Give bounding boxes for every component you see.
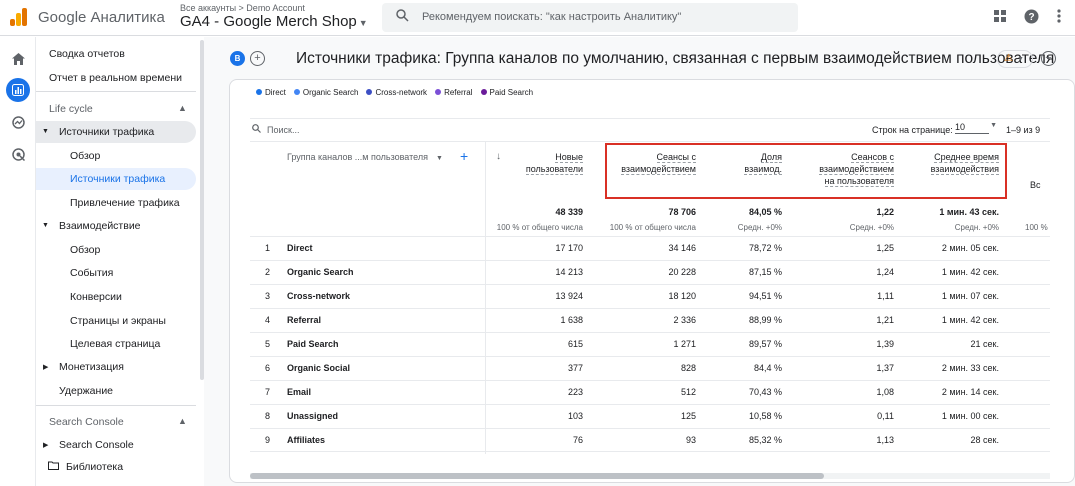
caret-down-icon: ▼ <box>1016 56 1024 63</box>
home-icon[interactable] <box>6 47 30 71</box>
total-sub-avg-engagement-time: Средн. +0% <box>954 223 999 232</box>
total-avg-engagement-time: 1 мин. 43 сек. <box>939 207 999 217</box>
pagination-range: 1–9 из 9 <box>1006 125 1041 135</box>
table-row[interactable]: 6 Organic Social 377 828 84,4 % 1,37 2 ми… <box>250 356 1050 380</box>
total-sub-engagement-rate: Средн. +0% <box>737 223 782 232</box>
search-bar[interactable]: Рекомендуем поискать: "как настроить Ана… <box>382 3 798 32</box>
sidebar-item-user-acquisition[interactable]: Привлечение трафика <box>70 197 180 209</box>
caret-down-icon: ▼ <box>990 122 997 129</box>
analytics-logo-icon[interactable] <box>10 8 28 26</box>
explore-icon[interactable] <box>6 110 30 134</box>
advertising-icon[interactable] <box>6 142 30 166</box>
add-card-button[interactable]: + <box>1041 51 1056 66</box>
legend-item[interactable]: Direct <box>256 88 286 97</box>
total-engaged-sessions: 78 706 <box>668 207 696 217</box>
total-sub-truncated: 100 % <box>1025 223 1048 232</box>
sidebar-divider <box>36 405 196 406</box>
table-row[interactable]: 7 Email 223 512 70,43 % 1,08 2 мин. 14 се… <box>250 380 1050 404</box>
search-icon <box>396 9 409 25</box>
sidebar-item-monetization[interactable]: Монетизация <box>59 361 124 373</box>
sidebar-item-reports-snapshot[interactable]: Сводка отчетов <box>49 48 125 60</box>
add-dimension-button[interactable]: + <box>460 148 468 164</box>
rows-per-page-label: Строк на странице: <box>872 125 953 135</box>
property-selector[interactable]: GA4 - Google Merch Shop ▼ <box>180 13 368 30</box>
sidebar-item-eng-overview[interactable]: Обзор <box>70 244 100 256</box>
svg-text:?: ? <box>1028 12 1034 23</box>
more-vert-icon[interactable] <box>1057 9 1061 26</box>
sidebar-item-library[interactable]: Библиотека <box>66 461 123 473</box>
table-row[interactable]: 3 Cross-network 13 924 18 120 94,51 % 1,1… <box>250 284 1050 308</box>
total-sub-engaged-sessions: 100 % от общего числа <box>609 223 696 232</box>
caret-right-icon[interactable]: ▶ <box>43 363 48 371</box>
table-row[interactable]: 2 Organic Search 14 213 20 228 87,15 % 1,… <box>250 260 1050 284</box>
legend-item[interactable]: Cross-network <box>366 88 427 97</box>
caret-down-icon[interactable]: ▼ <box>42 222 49 229</box>
legend-item[interactable]: Organic Search <box>293 88 358 97</box>
sidebar-item-realtime[interactable]: Отчет в реальном времени <box>49 72 182 84</box>
property-name: GA4 - Google Merch Shop <box>180 13 357 30</box>
apps-grid-icon[interactable] <box>993 9 1007 26</box>
sidebar-item-events[interactable]: События <box>70 267 113 279</box>
highlight-box <box>605 143 1007 199</box>
rows-per-page-select[interactable]: 10 ▼ <box>955 122 997 134</box>
sidebar-item-engagement[interactable]: Взаимодействие <box>59 220 141 232</box>
sidebar-item-pages-screens[interactable]: Страницы и экраны <box>70 315 166 327</box>
caret-down-icon[interactable]: ▼ <box>42 128 49 135</box>
app-name[interactable]: Google Аналитика <box>38 9 165 26</box>
top-app-bar: Google Аналитика Все аккаунты > Demo Acc… <box>0 0 1075 36</box>
caret-down-icon: ▼ <box>358 18 368 28</box>
legend-item[interactable]: Paid Search <box>480 88 533 97</box>
dimension-selector[interactable]: Группа каналов ...м пользователя ▼ <box>287 152 443 162</box>
table-toolbar: Поиск... Строк на странице: 10 ▼ 1–9 из 9 <box>250 118 1050 142</box>
horizontal-scrollbar-thumb[interactable] <box>250 473 824 479</box>
chart-legend: Direct Organic Search Cross-network Refe… <box>256 88 533 97</box>
folder-icon[interactable] <box>48 461 59 473</box>
table-row[interactable]: 9 Affiliates 76 93 85,32 % 1,13 28 сек. <box>250 428 1050 452</box>
sidebar-item-traffic-acquisition[interactable]: Источники трафика <box>70 173 165 185</box>
caret-down-icon: ▼ <box>435 155 443 162</box>
total-sessions-per-user: 1,22 <box>876 207 894 217</box>
sidebar-item-search-console[interactable]: Search Console <box>59 439 134 451</box>
sidebar-section-lifecycle[interactable]: Life cycle <box>49 103 93 115</box>
caret-right-icon[interactable]: ▶ <box>43 441 48 449</box>
table-search-input[interactable]: Поиск... <box>267 125 299 135</box>
sidebar-item-landing-page[interactable]: Целевая страница <box>70 338 160 350</box>
data-quality-warning-button[interactable]: ⚠ ▼ <box>997 50 1033 68</box>
sidebar-section-search-console[interactable]: Search Console <box>49 416 124 428</box>
search-placeholder: Рекомендуем поискать: "как настроить Ана… <box>422 11 682 23</box>
help-icon[interactable]: ? <box>1024 9 1039 27</box>
total-new-users: 48 339 <box>555 207 583 217</box>
page-title: Источники трафика: Группа каналов по умо… <box>296 50 1055 67</box>
table-row[interactable]: 1 Direct 17 170 34 146 78,72 % 1,25 2 мин… <box>250 236 1050 260</box>
warning-icon: ⚠ <box>1004 53 1013 64</box>
total-engagement-rate: 84,05 % <box>748 207 782 217</box>
col-header-truncated[interactable]: Вс <box>1030 179 1050 191</box>
comparison-chip-b[interactable]: B <box>230 51 245 66</box>
total-sub-sessions-per-user: Средн. +0% <box>849 223 894 232</box>
search-icon <box>252 124 261 135</box>
legend-item[interactable]: Referral <box>435 88 473 97</box>
left-nav-rail <box>0 37 36 486</box>
reports-icon[interactable] <box>6 78 30 102</box>
sidebar-divider <box>36 91 196 92</box>
sidebar-item-acq-overview[interactable]: Обзор <box>70 150 100 162</box>
account-breadcrumb[interactable]: Все аккаунты > Demo Account <box>180 3 305 13</box>
sidebar-item-acquisition[interactable]: Источники трафика <box>59 126 154 138</box>
table-row[interactable]: 5 Paid Search 615 1 271 89,57 % 1,39 21 с… <box>250 332 1050 356</box>
sidebar-item-conversions[interactable]: Конверсии <box>70 291 122 303</box>
col-header-new-users[interactable]: Новые пользователи <box>500 151 583 175</box>
sidebar-item-retention[interactable]: Удержание <box>59 385 113 397</box>
table-row[interactable]: 4 Referral 1 638 2 336 88,99 % 1,21 1 мин… <box>250 308 1050 332</box>
total-sub-new-users: 100 % от общего числа <box>496 223 583 232</box>
add-comparison-button[interactable]: + <box>250 51 265 66</box>
table-row[interactable]: 8 Unassigned 103 125 10,58 % 0,11 1 мин. … <box>250 404 1050 428</box>
